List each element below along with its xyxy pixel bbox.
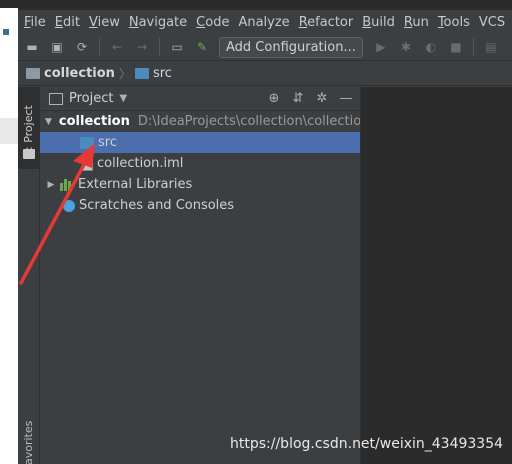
run-icon[interactable]: ▶ <box>373 39 389 55</box>
menu-build[interactable]: Build <box>362 15 395 30</box>
tree-row-root[interactable]: ▼ collection D:\IdeaProjects\collection\… <box>40 111 369 132</box>
menu-refactor[interactable]: Refactor <box>299 15 354 30</box>
project-panel: Project ▼ ⊕ ⇵ ✲ — ▼ collection D:\IdeaPr… <box>40 87 369 464</box>
collapse-all-icon[interactable]: ⇵ <box>290 91 306 107</box>
desktop-strip: ▪ <box>0 0 18 464</box>
tree-row-scratches[interactable]: Scratches and Consoles <box>40 195 360 216</box>
breadcrumb: collection 〉 src <box>18 62 512 86</box>
tool-window-stripe: 1: Project avorites <box>18 87 40 464</box>
menu-analyze[interactable]: Analyze <box>238 15 289 30</box>
root-path: D:\IdeaProjects\collection\collection <box>137 114 370 129</box>
desktop-glyph-icon: ▪ <box>2 24 11 38</box>
menu-view[interactable]: View <box>89 15 120 30</box>
window-corner <box>0 0 18 8</box>
libs-label: External Libraries <box>78 177 193 192</box>
editor-area[interactable] <box>360 87 512 464</box>
iml-label: collection.iml <box>97 156 184 171</box>
folder-icon <box>23 149 35 159</box>
breadcrumb-chevron-icon: 〉 <box>118 67 131 81</box>
panel-actions: ⊕ ⇵ ✲ — <box>258 91 354 107</box>
title-bar <box>18 0 512 10</box>
scratches-icon <box>63 199 75 212</box>
build-hammer-icon[interactable]: ✎ <box>194 39 210 55</box>
root-label: collection <box>58 114 130 129</box>
tree-row-src[interactable]: src <box>40 132 360 153</box>
tree-row-libs[interactable]: ▶ External Libraries <box>40 174 360 195</box>
project-folder-icon <box>26 68 40 79</box>
menu-navigate[interactable]: Navigate <box>129 15 187 30</box>
watermark: https://blog.csdn.net/weixin_43493354 <box>230 436 504 452</box>
menu-run[interactable]: Run <box>404 15 429 30</box>
expand-arrow-icon[interactable]: ▶ <box>45 180 57 190</box>
toolbar-separator <box>159 38 160 56</box>
chevron-down-icon[interactable]: ▼ <box>119 93 127 104</box>
project-structure-icon[interactable]: ▤ <box>483 39 499 55</box>
breadcrumb-project[interactable]: collection <box>44 66 115 81</box>
add-configuration-button[interactable]: Add Configuration... <box>219 36 363 58</box>
back-arrow-icon[interactable]: ← <box>109 39 125 55</box>
panel-title[interactable]: Project <box>69 91 113 106</box>
breadcrumb-folder[interactable]: src <box>153 66 172 81</box>
menu-edit[interactable]: Edit <box>55 15 80 30</box>
scratches-label: Scratches and Consoles <box>79 198 235 213</box>
main-toolbar: ▬ ▣ ⟳ ← → ▭ ✎ Add Configuration... ▶ ✱ ◐… <box>18 34 512 61</box>
ide-window: File Edit View Navigate Code Analyze Ref… <box>18 0 512 464</box>
menu-file[interactable]: File <box>24 15 46 30</box>
src-label: src <box>98 135 117 150</box>
minimize-icon[interactable]: — <box>338 91 354 107</box>
tree-row-iml[interactable]: collection.iml <box>40 153 360 174</box>
panel-header: Project ▼ ⊕ ⇵ ✲ — <box>40 87 360 111</box>
source-folder-icon <box>80 136 94 149</box>
menu-tools[interactable]: Tools <box>438 15 470 30</box>
forward-arrow-icon[interactable]: → <box>134 39 150 55</box>
terminal-icon[interactable]: ▭ <box>169 39 185 55</box>
menu-bar: File Edit View Navigate Code Analyze Ref… <box>18 10 512 34</box>
coverage-icon[interactable]: ◐ <box>423 39 439 55</box>
libraries-icon <box>60 178 74 191</box>
menu-vcs[interactable]: VCS <box>479 15 505 30</box>
save-icon[interactable]: ▣ <box>49 39 65 55</box>
toolbar-separator <box>472 38 474 56</box>
expand-arrow-icon[interactable]: ▼ <box>45 117 52 127</box>
project-tree: ▼ collection D:\IdeaProjects\collection\… <box>40 111 369 216</box>
open-folder-icon[interactable]: ▬ <box>24 39 40 55</box>
file-icon <box>82 156 93 171</box>
sync-icon[interactable]: ⟳ <box>74 39 90 55</box>
project-view-icon <box>49 92 63 105</box>
source-folder-icon <box>134 68 149 79</box>
menu-code[interactable]: Code <box>196 15 229 30</box>
desktop-block <box>0 118 18 144</box>
favorites-tab[interactable]: avorites <box>22 421 35 464</box>
toolbar-separator <box>99 38 100 56</box>
stop-icon[interactable]: ■ <box>448 39 464 55</box>
gear-icon[interactable]: ✲ <box>314 91 330 107</box>
debug-icon[interactable]: ✱ <box>398 39 414 55</box>
locate-icon[interactable]: ⊕ <box>266 91 282 107</box>
